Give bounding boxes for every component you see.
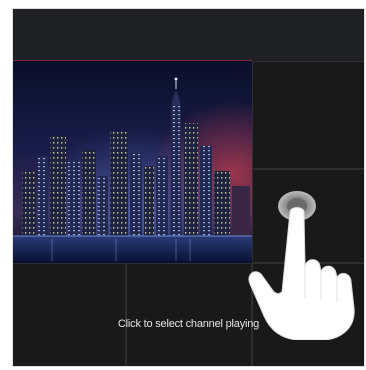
channel-tile-5[interactable] [126,263,252,367]
channel-tile-main-playing[interactable] [12,61,252,263]
city-skyline-video-frame [12,61,252,263]
channel-tile-4[interactable] [12,263,126,367]
channel-tile-2[interactable] [252,61,365,169]
top-toolbar [12,8,365,60]
tap-hand-icon [248,191,355,340]
